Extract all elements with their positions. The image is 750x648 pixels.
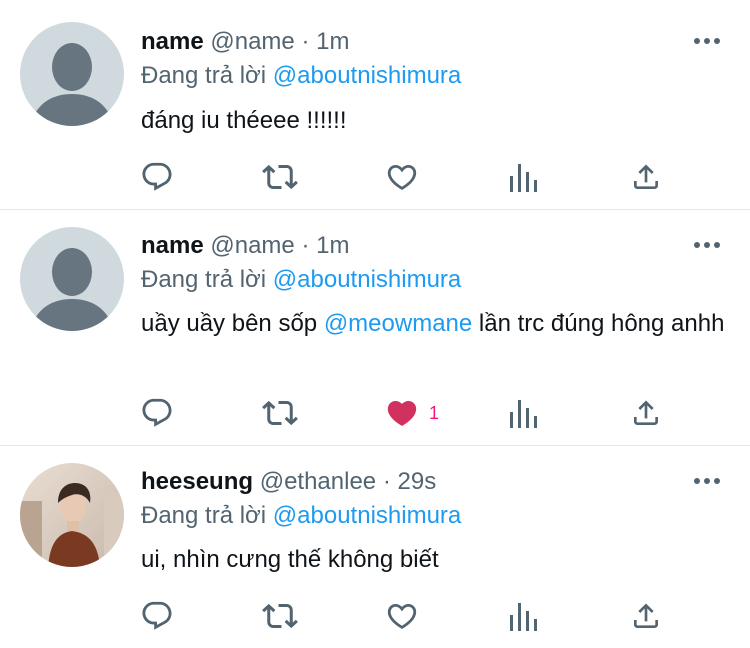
action-bar: [0, 157, 750, 197]
like-icon: [387, 164, 417, 190]
default-avatar-icon: [20, 227, 124, 331]
tweet-text-part: uầy uầy bên sốp: [141, 310, 324, 337]
tweet-header: name @name · 1m: [141, 25, 349, 59]
reply-button[interactable]: [140, 157, 174, 197]
stats-button[interactable]: [510, 393, 538, 433]
like-icon: [387, 603, 417, 629]
timestamp[interactable]: 1m: [316, 28, 349, 55]
reply-prefix: Đang trả lời: [141, 502, 267, 529]
tweet-header: heeseung @ethanlee · 29s: [141, 465, 436, 499]
reply-to-link[interactable]: @aboutnishimura: [273, 62, 461, 89]
retweet-button[interactable]: [262, 596, 298, 636]
tweet[interactable]: name @name · 1m Đang trả lời @aboutnishi…: [0, 0, 750, 210]
tweet-text: ui, nhìn cưng thế không biết: [141, 546, 439, 573]
like-icon-filled: [387, 400, 417, 426]
avatar[interactable]: [20, 22, 124, 126]
stats-icon: [510, 603, 537, 631]
reply-context: Đang trả lời @aboutnishimura: [141, 59, 461, 93]
reply-prefix: Đang trả lời: [141, 266, 267, 293]
retweet-button[interactable]: [262, 157, 298, 197]
like-button[interactable]: [385, 596, 419, 636]
retweet-icon: [262, 400, 298, 426]
share-button[interactable]: [630, 393, 662, 433]
handle[interactable]: @ethanlee: [260, 468, 376, 495]
like-button[interactable]: [385, 157, 419, 197]
tweet-text: uầy uầy bên sốp @meowmane lần trc đúng h…: [141, 308, 731, 340]
more-icon[interactable]: [694, 240, 720, 250]
retweet-button[interactable]: [262, 393, 298, 433]
action-bar: 1: [0, 393, 750, 433]
reply-to-link[interactable]: @aboutnishimura: [273, 266, 461, 293]
reply-prefix: Đang trả lời: [141, 62, 267, 89]
share-icon: [634, 400, 658, 425]
stats-button[interactable]: [510, 157, 538, 197]
like-count: 1: [429, 402, 440, 423]
handle[interactable]: @name: [210, 232, 294, 259]
separator: ·: [382, 468, 391, 495]
avatar[interactable]: [20, 463, 124, 567]
stats-icon: [510, 400, 537, 428]
reply-icon: [142, 162, 172, 191]
action-bar: [0, 596, 750, 636]
separator: ·: [301, 28, 310, 55]
avatar[interactable]: [20, 227, 124, 331]
display-name[interactable]: heeseung: [141, 468, 253, 495]
reply-context: Đang trả lời @aboutnishimura: [141, 263, 461, 297]
retweet-icon: [262, 603, 298, 629]
display-name[interactable]: name: [141, 28, 204, 55]
default-avatar-icon: [20, 22, 124, 126]
tweet-text: đáng iu théeee !!!!!!: [141, 107, 347, 134]
tweet[interactable]: name @name · 1m Đang trả lời @aboutnishi…: [0, 210, 750, 446]
photo-avatar-icon: [20, 463, 124, 567]
stats-icon: [510, 164, 537, 192]
mention-link[interactable]: @meowmane: [324, 310, 472, 337]
like-button[interactable]: 1: [385, 393, 439, 433]
more-icon[interactable]: [694, 36, 720, 46]
display-name[interactable]: name: [141, 232, 204, 259]
reply-button[interactable]: [140, 393, 174, 433]
share-icon: [634, 164, 658, 189]
share-icon: [634, 603, 658, 628]
share-button[interactable]: [630, 596, 662, 636]
stats-button[interactable]: [510, 596, 538, 636]
tweet-header: name @name · 1m: [141, 229, 349, 263]
timestamp[interactable]: 1m: [316, 232, 349, 259]
tweet-text-part: lần trc đúng hông anhh: [472, 310, 725, 337]
more-icon[interactable]: [694, 476, 720, 486]
reply-icon: [142, 398, 172, 427]
separator: ·: [301, 232, 310, 259]
tweet[interactable]: heeseung @ethanlee · 29s Đang trả lời @a…: [0, 446, 750, 648]
share-button[interactable]: [630, 157, 662, 197]
reply-button[interactable]: [140, 596, 174, 636]
reply-context: Đang trả lời @aboutnishimura: [141, 499, 461, 533]
retweet-icon: [262, 164, 298, 190]
reply-icon: [142, 601, 172, 630]
reply-to-link[interactable]: @aboutnishimura: [273, 502, 461, 529]
handle[interactable]: @name: [210, 28, 294, 55]
timestamp[interactable]: 29s: [398, 468, 437, 495]
